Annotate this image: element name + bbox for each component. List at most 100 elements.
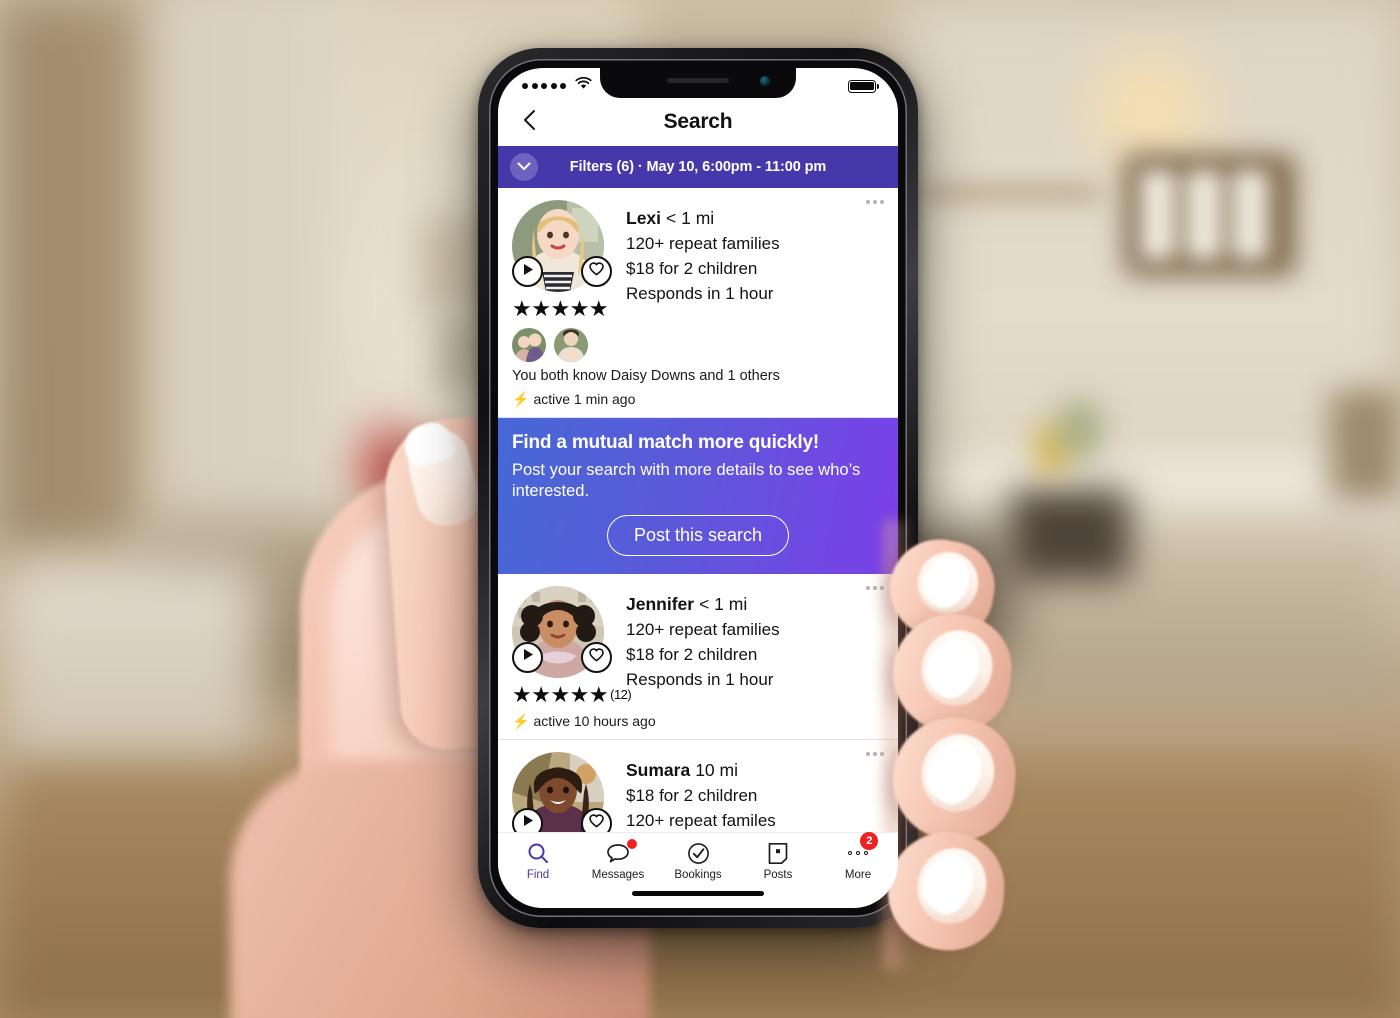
listing-name: Lexi <box>626 208 662 228</box>
page-title: Search <box>663 110 733 133</box>
phone-notch <box>600 68 796 98</box>
rating-stars: ★★★★★ <box>512 298 612 320</box>
active-status-text: active 10 hours ago <box>533 712 656 729</box>
tab-label: More <box>844 869 872 881</box>
listing-media: ★★★★★ <box>512 200 612 320</box>
bolt-icon: ⚡ <box>512 712 530 729</box>
listing-name-line: Jennifer < 1 mi <box>626 594 884 615</box>
back-button[interactable] <box>514 107 544 137</box>
listing-line-2: $18 for 2 children <box>626 785 758 805</box>
post-this-search-button[interactable]: Post this search <box>606 514 790 556</box>
heart-icon <box>589 648 604 667</box>
listing-details: Lexi < 1 mi 120+ repeat families $18 for … <box>626 200 884 320</box>
listing-card[interactable]: Sumara 10 mi $18 for 2 children 120+ repe… <box>498 739 898 832</box>
chevron-left-icon <box>522 109 536 136</box>
more-dots-icon: 2 <box>847 832 879 866</box>
active-status-text: active 1 min ago <box>533 391 636 407</box>
mutual-connections: You both know Daisy Downs and 1 others <box>512 328 884 384</box>
front-camera-icon <box>760 76 770 86</box>
play-video-button[interactable] <box>512 641 543 673</box>
bolt-icon: ⚡ <box>512 391 530 407</box>
mutual-avatar[interactable] <box>554 328 588 362</box>
battery-full-icon <box>848 79 880 93</box>
status-left <box>522 76 592 95</box>
bg-shelf <box>920 185 1100 201</box>
listing-overflow-button[interactable] <box>866 585 884 590</box>
listing-distance: < 1 mi <box>699 593 748 614</box>
listing-name: Sumara <box>626 759 691 780</box>
home-indicator[interactable] <box>632 891 764 896</box>
listing-line-3: $18 for 2 children <box>626 644 758 664</box>
tab-bookings[interactable]: Bookings <box>658 840 738 881</box>
favorite-button[interactable] <box>581 807 612 832</box>
phone-device: Search Filters (6) · May 10, 6:00pm - 11… <box>478 48 918 928</box>
listing-line-3: $18 for 2 children <box>626 259 758 278</box>
listing-line-3: 120+ repeat familes <box>626 810 776 830</box>
tab-label: Messages <box>591 869 645 881</box>
listing-media: ★★★★★ (12) <box>512 585 632 707</box>
promo-title: Find a mutual match more quickly! <box>512 432 819 453</box>
media-actions <box>512 807 612 832</box>
earpiece-speaker <box>667 78 729 83</box>
listing-details: Jennifer < 1 mi 120+ repeat families $18 … <box>626 586 884 706</box>
active-status: ⚡ active 1 min ago <box>512 391 884 407</box>
filter-collapse-button[interactable] <box>510 153 538 181</box>
status-right <box>848 79 880 93</box>
promo-action-row: Post this search <box>512 514 884 556</box>
phone-screen: Search Filters (6) · May 10, 6:00pm - 11… <box>498 68 898 908</box>
favorite-button[interactable] <box>581 641 612 673</box>
filter-summary-label: Filters (6) · May 10, 6:00pm - 11:00 pm <box>569 159 827 175</box>
listing-overflow-button[interactable] <box>866 751 884 756</box>
listing-media <box>512 751 612 832</box>
promo-subtitle: Post your search with more details to se… <box>512 461 861 501</box>
bg-wall-frame-inner <box>1140 170 1280 260</box>
listing-line-2: 120+ repeat families <box>626 234 780 253</box>
media-actions <box>512 641 612 673</box>
note-icon <box>767 840 789 866</box>
filter-bar[interactable]: Filters (6) · May 10, 6:00pm - 11:00 pm <box>498 146 898 188</box>
bg-dark-cabinet <box>1010 490 1130 580</box>
listing-card[interactable]: ★★★★★ Lexi < 1 mi 120+ repeat families $1… <box>498 188 898 418</box>
tab-label: Bookings <box>674 869 722 881</box>
tab-label: Find <box>526 869 550 881</box>
listing-line-2: 120+ repeat families <box>626 619 780 639</box>
tab-messages[interactable]: Messages <box>578 839 658 881</box>
chat-bubble-icon <box>606 839 637 866</box>
play-video-button[interactable] <box>512 256 543 287</box>
stars-glyphs: ★★★★★ <box>512 296 609 321</box>
chevron-down-icon <box>517 158 531 176</box>
play-video-button[interactable] <box>512 807 543 832</box>
tab-posts[interactable]: Posts <box>738 840 818 881</box>
stars-glyphs: ★★★★★ <box>512 681 609 707</box>
review-count: (12) <box>610 687 632 703</box>
play-icon <box>522 263 534 281</box>
favorite-button[interactable] <box>581 256 612 287</box>
mutual-connections-text: You both know Daisy Downs and 1 others <box>512 368 780 384</box>
listing-name: Jennifer <box>626 593 695 614</box>
listing-card[interactable]: ★★★★★ (12) Jennifer < 1 mi 120+ repeat fa… <box>498 573 898 740</box>
listing-overflow-button[interactable] <box>866 200 884 204</box>
bg-plant <box>1060 400 1100 460</box>
rating-stars: ★★★★★ (12) <box>512 681 632 707</box>
bottom-tab-bar: Find Messages Bookings Posts 2 More <box>498 832 898 908</box>
wifi-icon <box>575 76 592 95</box>
play-icon <box>522 814 534 832</box>
listing-name-line: Lexi < 1 mi <box>626 208 884 229</box>
promo-banner: Find a mutual match more quickly! Post y… <box>498 418 898 574</box>
play-icon <box>522 648 534 666</box>
phone-bezel: Search Filters (6) · May 10, 6:00pm - 11… <box>489 59 907 917</box>
mutual-avatar[interactable] <box>512 328 546 362</box>
tab-more[interactable]: 2 More <box>818 832 898 881</box>
search-results-list[interactable]: ★★★★★ Lexi < 1 mi 120+ repeat families $1… <box>498 188 898 832</box>
heart-icon <box>589 814 604 832</box>
listing-distance: 10 mi <box>695 759 738 780</box>
listing-line-4: Responds in 1 hour <box>626 284 774 303</box>
listing-line-4: Responds in 1 hour <box>626 669 774 689</box>
listing-details: Sumara 10 mi $18 for 2 children 120+ repe… <box>626 752 884 832</box>
heart-icon <box>589 262 604 281</box>
nav-bar: Search <box>498 98 898 146</box>
bg-right-frame <box>1330 390 1400 500</box>
signal-dots-icon <box>522 83 566 89</box>
check-circle-icon <box>687 840 710 866</box>
tab-find[interactable]: Find <box>498 840 578 881</box>
